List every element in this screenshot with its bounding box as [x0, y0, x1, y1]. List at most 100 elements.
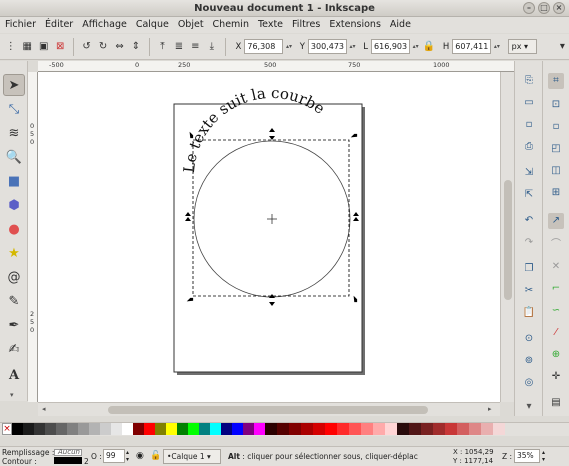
layer-lock-icon[interactable]: 🔓 — [150, 451, 161, 461]
lower-to-bottom-icon[interactable]: ⤓ — [205, 40, 218, 54]
color-swatch[interactable] — [243, 423, 254, 435]
stroke-indicator[interactable] — [54, 457, 82, 464]
drawing-canvas[interactable]: Le texte suit la courbe — [38, 72, 500, 402]
color-swatch[interactable] — [89, 423, 100, 435]
color-swatch[interactable] — [199, 423, 210, 435]
color-swatch[interactable] — [373, 423, 385, 435]
width-input[interactable]: 616,903 — [371, 39, 410, 54]
snap-center-icon[interactable]: ⊕ — [548, 347, 564, 363]
color-swatch[interactable] — [133, 423, 144, 435]
zoom-spin-icon[interactable]: ▴ ▾ — [542, 449, 545, 463]
redo-icon[interactable]: ↷ — [521, 235, 537, 251]
snap-midpoint-icon[interactable]: ⁄ — [548, 325, 564, 341]
3d-box-tool-icon[interactable]: ⬢ — [3, 195, 25, 217]
horizontal-scrollbar[interactable]: ◂ ▸ — [38, 402, 500, 416]
snap-toggle-icon[interactable]: ⌗ — [548, 73, 564, 89]
color-swatch[interactable] — [337, 423, 349, 435]
color-swatch[interactable] — [100, 423, 111, 435]
pen-tool-icon[interactable]: ✒ — [3, 315, 25, 337]
snap-smooth-icon[interactable]: ∽ — [548, 303, 564, 319]
spiral-tool-icon[interactable]: @ — [3, 267, 25, 289]
menu-objet[interactable]: Objet — [178, 17, 204, 33]
copy-icon[interactable]: ❐ — [521, 261, 537, 277]
color-swatch[interactable] — [122, 423, 133, 435]
color-swatch[interactable] — [67, 423, 78, 435]
vertical-scroll-thumb[interactable] — [504, 180, 512, 300]
lock-icon[interactable]: 🔒 — [422, 40, 435, 54]
color-swatch[interactable] — [481, 423, 493, 435]
toolbar-overflow-icon[interactable]: ▾ — [556, 40, 569, 54]
selector-tool-icon[interactable]: ➤ — [3, 74, 25, 96]
color-swatch[interactable] — [155, 423, 166, 435]
menu-fichier[interactable]: Fichier — [5, 17, 36, 33]
snap-bbox-icon[interactable]: ⊡ — [548, 97, 564, 113]
color-swatch[interactable] — [493, 423, 505, 435]
export-icon[interactable]: ⇱ — [521, 187, 537, 203]
scroll-left-icon[interactable]: ◂ — [42, 405, 46, 413]
pencil-tool-icon[interactable]: ✎ — [3, 291, 25, 313]
new-document-icon[interactable]: ⎘ — [521, 73, 537, 89]
rotate-ccw-icon[interactable]: ↺ — [80, 40, 93, 54]
node-tool-icon[interactable]: ⤡ — [3, 99, 25, 121]
menu-editer[interactable]: Éditer — [45, 17, 73, 33]
maximize-button[interactable]: □ — [538, 2, 550, 14]
snap-bbox-corner-icon[interactable]: ◰ — [548, 141, 564, 157]
color-swatch[interactable] — [254, 423, 265, 435]
commands-more-icon[interactable]: ▾ — [521, 399, 537, 415]
raise-to-top-icon[interactable]: ⤒ — [156, 40, 169, 54]
close-button[interactable]: × — [553, 2, 565, 14]
color-swatch[interactable] — [397, 423, 409, 435]
toolbox-more-icon[interactable]: ▾ — [10, 391, 14, 399]
zoom-tool-icon[interactable]: 🔍 — [3, 147, 25, 169]
select-all-icon[interactable]: ▦ — [20, 40, 33, 54]
cut-icon[interactable]: ✂ — [521, 283, 537, 299]
color-swatch[interactable] — [277, 423, 289, 435]
zoom-input[interactable]: 35% — [514, 449, 540, 463]
vertical-scrollbar[interactable] — [500, 72, 514, 402]
menu-calque[interactable]: Calque — [136, 17, 169, 33]
layer-visibility-icon[interactable]: ◉ — [136, 451, 144, 461]
undo-icon[interactable]: ↶ — [521, 213, 537, 229]
zoom-page-icon[interactable]: ◎ — [521, 375, 537, 391]
print-icon[interactable]: ⎙ — [521, 139, 537, 155]
color-swatch[interactable] — [56, 423, 67, 435]
color-swatch[interactable] — [210, 423, 221, 435]
snap-nodes-icon[interactable]: ↗ — [548, 213, 564, 229]
color-swatch[interactable] — [23, 423, 34, 435]
menu-chemin[interactable]: Chemin — [213, 17, 249, 33]
color-swatch[interactable] — [78, 423, 89, 435]
width-spin-icon[interactable]: ▴▾ — [413, 43, 420, 50]
color-swatch[interactable] — [45, 423, 56, 435]
select-all-layers-icon[interactable]: ▣ — [37, 40, 50, 54]
raise-icon[interactable]: ≣ — [172, 40, 185, 54]
unit-select[interactable]: px ▾ — [507, 39, 537, 54]
snap-bbox-center-icon[interactable]: ⊞ — [548, 185, 564, 201]
minimize-button[interactable]: – — [523, 2, 535, 14]
paste-icon[interactable]: 📋 — [521, 305, 537, 321]
color-swatch[interactable] — [144, 423, 155, 435]
import-icon[interactable]: ⇲ — [521, 165, 537, 181]
color-swatch[interactable] — [34, 423, 45, 435]
color-swatch[interactable] — [188, 423, 199, 435]
color-swatch[interactable] — [221, 423, 232, 435]
flip-vertical-icon[interactable]: ⇕ — [129, 40, 142, 54]
snap-path-icon[interactable]: ⌒ — [548, 237, 564, 253]
color-swatch[interactable] — [457, 423, 469, 435]
color-swatch[interactable] — [12, 423, 23, 435]
snap-rotation-center-icon[interactable]: ✛ — [548, 369, 564, 385]
height-input[interactable]: 607,411 — [452, 39, 491, 54]
color-swatch[interactable] — [301, 423, 313, 435]
color-swatch[interactable] — [385, 423, 397, 435]
stroke-width[interactable]: 2 — [84, 457, 89, 466]
color-swatch[interactable] — [289, 423, 301, 435]
color-swatch[interactable] — [361, 423, 373, 435]
color-swatch[interactable] — [349, 423, 361, 435]
color-swatch[interactable] — [111, 423, 122, 435]
y-input[interactable]: 300,473 — [307, 39, 347, 54]
zoom-drawing-icon[interactable]: ⊚ — [521, 353, 537, 369]
lower-icon[interactable]: ≡ — [189, 40, 202, 54]
rectangle-tool-icon[interactable]: ■ — [3, 171, 25, 193]
deselect-icon[interactable]: ⊠ — [53, 40, 66, 54]
no-paint-swatch[interactable]: × — [2, 423, 12, 435]
x-input[interactable]: 76,308 — [244, 39, 283, 54]
